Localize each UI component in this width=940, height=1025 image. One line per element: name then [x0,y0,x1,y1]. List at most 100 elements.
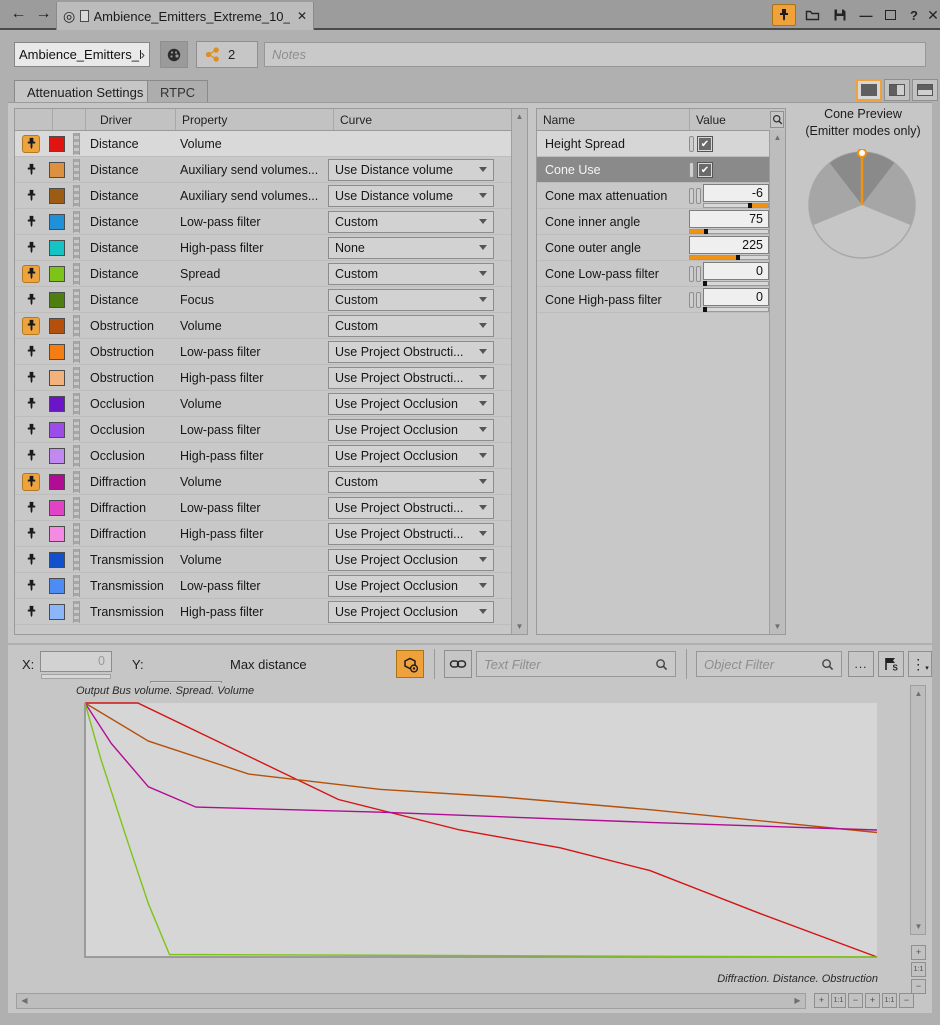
toolbar-menu-button[interactable]: ⋮▾ [908,651,932,677]
value-input[interactable]: 75 [689,210,769,228]
row-drag-handle[interactable] [73,133,80,155]
scroll-down-icon[interactable]: ▼ [513,620,526,633]
zoom-reset-horizontal-button[interactable]: 1:1 [831,993,846,1008]
curve-row[interactable]: OcclusionVolumeUse Project Occlusion [15,391,511,417]
row-drag-handle[interactable] [73,237,80,259]
slider-marker[interactable] [748,203,752,208]
rtpc-indicator-pill[interactable] [689,136,694,152]
scroll-up-icon[interactable]: ▲ [912,687,925,700]
color-swatch[interactable] [49,344,65,360]
pin-toggle[interactable] [22,603,40,621]
curve-mode-dropdown[interactable]: Use Project Obstructi... [328,367,494,389]
row-drag-handle[interactable] [73,263,80,285]
game-object-mode-button[interactable] [396,650,424,678]
row-drag-handle[interactable] [73,419,80,441]
value-field[interactable]: 225 [689,235,769,261]
graph-vertical-scrollbar[interactable]: ▲ ▼ [910,685,926,935]
curve-row[interactable]: DistanceSpreadCustom [15,261,511,287]
object-filter-input[interactable]: Object Filter [696,651,842,677]
rtpc-indicator-pill[interactable] [696,292,701,308]
scroll-down-icon[interactable]: ▼ [912,920,925,933]
tab-rtpc[interactable]: RTPC [147,80,208,103]
curve-row[interactable]: DistanceVolume [15,131,511,157]
property-column-header[interactable]: Property [175,109,333,130]
row-drag-handle[interactable] [73,289,80,311]
slider-marker[interactable] [703,281,707,286]
pin-toggle[interactable] [22,447,40,465]
pin-toggle[interactable] [22,213,40,231]
rtpc-indicator-pill[interactable] [689,266,694,282]
property-row[interactable]: Cone inner angle75 [537,209,769,235]
curve-row[interactable]: TransmissionVolumeUse Project Occlusion [15,547,511,573]
curve-mode-dropdown[interactable]: Custom [328,471,494,493]
pin-toggle[interactable] [22,395,40,413]
value-checkbox[interactable]: ✔ [698,137,712,151]
property-row[interactable]: Cone Use✔ [537,157,769,183]
row-drag-handle[interactable] [73,575,80,597]
pin-toggle[interactable] [22,187,40,205]
pin-toggle[interactable] [22,291,40,309]
pin-toggle[interactable] [22,317,40,335]
tab-attenuation-settings[interactable]: Attenuation Settings [14,80,156,103]
zoom-out-both-button[interactable]: − [899,993,914,1008]
pin-toggle[interactable] [22,369,40,387]
value-slider[interactable] [703,203,769,208]
row-drag-handle[interactable] [73,497,80,519]
attenuation-curves-chart[interactable] [8,683,913,983]
pin-toggle[interactable] [22,551,40,569]
rtpc-indicator-pill[interactable] [689,188,694,204]
row-drag-handle[interactable] [73,315,80,337]
row-drag-handle[interactable] [73,445,80,467]
color-swatch[interactable] [49,266,65,282]
color-swatch[interactable] [49,318,65,334]
plot-area[interactable] [85,703,877,957]
curves-table-scrollbar[interactable]: ▲ ▼ [511,109,527,634]
pin-toggle[interactable] [22,135,40,153]
curve-row[interactable]: OcclusionHigh-pass filterUse Project Occ… [15,443,511,469]
cone-direction-handle[interactable] [858,149,866,157]
color-swatch[interactable] [49,136,65,152]
zoom-in-horizontal-button[interactable]: + [814,993,829,1008]
curve-mode-dropdown[interactable]: Use Project Occlusion [328,419,494,441]
row-drag-handle[interactable] [73,471,80,493]
scroll-left-icon[interactable]: ◀ [18,994,31,1007]
scroll-right-icon[interactable]: ▶ [791,994,804,1007]
pin-window-button[interactable] [772,4,796,26]
color-palette-button[interactable] [160,41,188,68]
color-swatch[interactable] [49,240,65,256]
value-input[interactable]: 0 [703,262,769,280]
curve-row[interactable]: DistanceAuxiliary send volumes...Use Dis… [15,183,511,209]
curve-mode-dropdown[interactable]: Use Project Occlusion [328,549,494,571]
row-drag-handle[interactable] [73,367,80,389]
curve-mode-dropdown[interactable]: None [328,237,494,259]
curve-row[interactable]: ObstructionVolumeCustom [15,313,511,339]
color-swatch[interactable] [49,162,65,178]
row-drag-handle[interactable] [73,393,80,415]
curve-row[interactable]: DiffractionHigh-pass filterUse Project O… [15,521,511,547]
color-swatch[interactable] [49,526,65,542]
slider-marker[interactable] [736,255,740,260]
value-input[interactable]: 225 [689,236,769,254]
value-slider[interactable] [689,229,769,234]
curve-row[interactable]: DiffractionVolumeCustom [15,469,511,495]
row-drag-handle[interactable] [73,601,80,623]
color-swatch[interactable] [49,188,65,204]
layout-split-vertical-button[interactable] [884,79,910,101]
properties-table-scrollbar[interactable]: ▲ ▼ [769,130,785,634]
zoom-reset-vertical-button[interactable]: 1:1 [911,962,926,977]
color-swatch[interactable] [49,604,65,620]
zoom-in-vertical-button[interactable]: + [911,945,926,960]
scroll-up-icon[interactable]: ▲ [771,131,784,144]
value-field[interactable]: 0 [703,287,769,313]
minimize-button[interactable]: — [854,4,878,26]
curve-mode-dropdown[interactable]: Use Project Occlusion [328,393,494,415]
close-window-button[interactable]: ✕ [921,4,940,26]
curve-mode-dropdown[interactable]: Custom [328,289,494,311]
value-field[interactable]: 0 [703,261,769,287]
pin-toggle[interactable] [22,161,40,179]
color-swatch[interactable] [49,292,65,308]
pin-toggle[interactable] [22,499,40,517]
curve-mode-dropdown[interactable]: Custom [328,211,494,233]
curve-row[interactable]: TransmissionHigh-pass filterUse Project … [15,599,511,625]
layout-split-horizontal-button[interactable] [912,79,938,101]
